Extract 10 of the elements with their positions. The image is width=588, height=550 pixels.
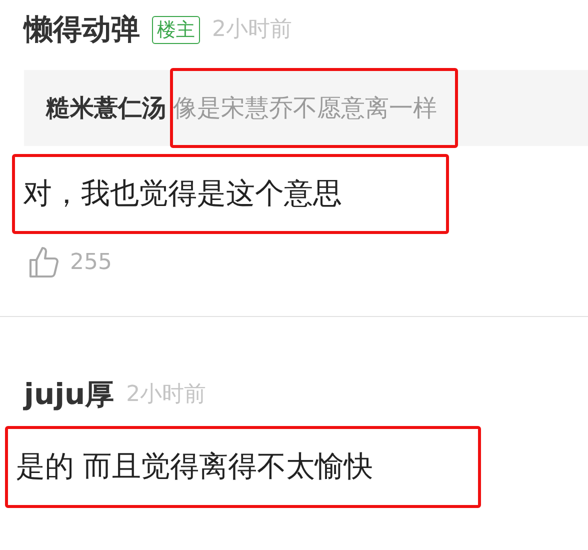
author-name: 懒得动弹 bbox=[24, 11, 140, 48]
quote-author: 糙米薏仁汤 bbox=[46, 92, 166, 124]
comment-text: 是的 而且觉得离得不太愉快 bbox=[16, 448, 374, 486]
comment-text: 对，我也觉得是这个意思 bbox=[23, 174, 342, 212]
timestamp: 2小时前 bbox=[126, 380, 206, 409]
quote-text: 像是宋慧乔不愿意离一样 bbox=[173, 92, 437, 124]
author-tag: 楼主 bbox=[152, 16, 200, 44]
author-name: juju厚 bbox=[24, 376, 114, 412]
like-count: 255 bbox=[70, 249, 112, 277]
timestamp: 2小时前 bbox=[212, 16, 292, 44]
